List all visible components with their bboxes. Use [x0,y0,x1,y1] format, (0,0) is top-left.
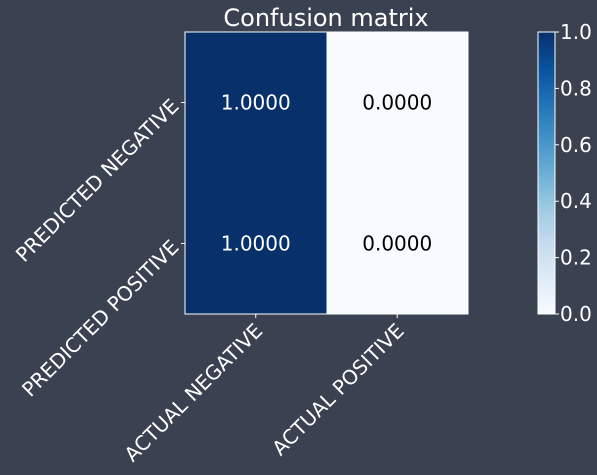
cell-value-label: 0.0000 [362,232,432,256]
colorbar [537,31,556,315]
colorbar-ticks: 0.0 0.2 0.4 0.6 0.8 1.0 [555,20,592,326]
confusion-matrix-figure: Confusion matrix 1.0000 0.0000 1.0000 0.000… [11,4,592,467]
colorbar-tick-label: 0.8 [560,76,592,100]
cell-value-label: 1.0000 [221,232,291,256]
colorbar-tick-label: 0.6 [560,133,592,157]
x-axis-tick-labels: ACTUAL NEGATIVE ACTUAL POSITIVE [120,319,409,467]
colorbar-tick-label: 0.0 [560,302,592,326]
colorbar-tick-label: 1.0 [560,20,592,44]
y-tick-label: PREDICTED POSITIVE [17,235,183,401]
matrix-cells: 1.0000 0.0000 1.0000 0.0000 [185,32,468,314]
x-tick-label: ACTUAL POSITIVE [267,319,409,461]
x-tick-label: ACTUAL NEGATIVE [120,319,268,467]
cell-value-label: 0.0000 [362,91,432,115]
colorbar-tick-label: 0.2 [560,246,592,270]
y-axis-tick-labels: PREDICTED NEGATIVEPREDICTED POSITIVE [11,94,184,401]
cell-value-label: 1.0000 [221,91,291,115]
chart-title: Confusion matrix [223,4,428,32]
colorbar-tick-label: 0.4 [560,189,592,213]
y-tick-label: PREDICTED NEGATIVE [11,94,184,267]
